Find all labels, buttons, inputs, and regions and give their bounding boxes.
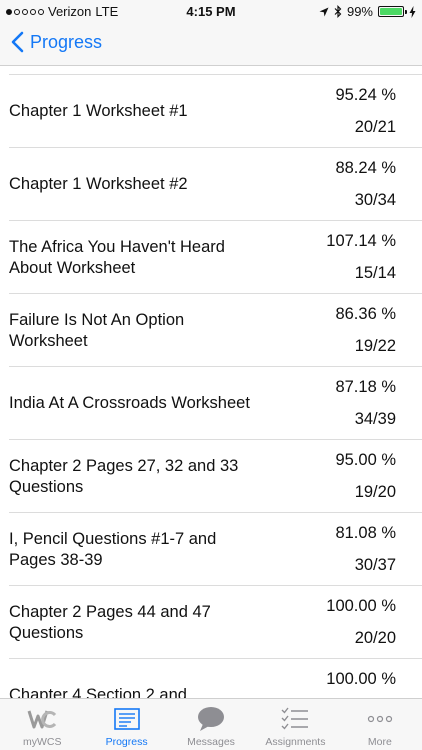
list-item[interactable]: I, Pencil Questions #1-7 and Pages 38-39… bbox=[0, 513, 422, 586]
tab-label: More bbox=[367, 736, 392, 748]
tab-label: myWCS bbox=[22, 736, 62, 748]
tab-label: Progress bbox=[105, 736, 148, 748]
tab-label: Assignments bbox=[265, 736, 326, 748]
assignment-score: 20/20 bbox=[354, 629, 396, 647]
assignment-title: I, Pencil Questions #1-7 and Pages 38-39 bbox=[9, 529, 217, 569]
charging-bolt-icon bbox=[409, 5, 416, 18]
progress-report-icon bbox=[112, 705, 142, 733]
chevron-left-icon bbox=[11, 31, 24, 53]
assignment-list: Chapter 1 Worksheet #1 95.24 % 20/21 Cha… bbox=[0, 66, 422, 698]
assignment-percent: 86.36 % bbox=[335, 305, 396, 323]
tab-bar: myWCS Progress Messages Assignments More bbox=[0, 698, 422, 750]
bluetooth-icon bbox=[334, 5, 342, 18]
assignment-percent: 88.24 % bbox=[335, 159, 396, 177]
battery-percent: 99% bbox=[346, 4, 373, 19]
assignment-percent: 95.24 % bbox=[335, 86, 396, 104]
battery-icon bbox=[378, 6, 407, 17]
assignment-title: India At A Crossroads Worksheet bbox=[9, 394, 250, 412]
list-item[interactable]: Chapter 1 Worksheet #2 88.24 % 30/34 bbox=[0, 148, 422, 221]
assignment-score: 30/34 bbox=[354, 191, 396, 209]
tab-mywcs[interactable]: myWCS bbox=[0, 699, 84, 750]
checklist-icon bbox=[280, 705, 310, 733]
assignment-percent: 100.00 % bbox=[326, 670, 396, 688]
list-item[interactable]: Chapter 2 Pages 27, 32 and 33 Questions … bbox=[0, 440, 422, 513]
list-item[interactable]: Failure Is Not An Option Worksheet 86.36… bbox=[0, 294, 422, 367]
assignment-score: 30/37 bbox=[354, 556, 396, 574]
assignment-score: 15/14 bbox=[354, 264, 396, 282]
list-item[interactable]: The Africa You Haven't Heard About Works… bbox=[0, 221, 422, 294]
assignment-title: Chapter 1 Worksheet #2 bbox=[9, 175, 188, 193]
list-item[interactable]: Chapter 4 Section 2 and 100.00 % bbox=[0, 659, 422, 698]
list-item[interactable]: Chapter 2 Pages 44 and 47 Questions 100.… bbox=[0, 586, 422, 659]
tab-assignments[interactable]: Assignments bbox=[253, 699, 337, 750]
tab-progress[interactable]: Progress bbox=[84, 699, 168, 750]
assignment-title: Failure Is Not An Option Worksheet bbox=[9, 310, 185, 350]
assignment-score: 19/22 bbox=[354, 337, 396, 355]
tab-label: Messages bbox=[187, 736, 235, 748]
assignment-title: Chapter 1 Worksheet #1 bbox=[9, 102, 188, 120]
back-button[interactable]: Progress bbox=[10, 31, 102, 53]
list-item[interactable]: India At A Crossroads Worksheet 87.18 % … bbox=[0, 367, 422, 440]
wcs-logo-icon bbox=[27, 705, 57, 733]
more-dots-icon bbox=[365, 705, 395, 733]
assignment-percent: 81.08 % bbox=[335, 524, 396, 542]
tab-more[interactable]: More bbox=[338, 699, 422, 750]
assignment-title: Chapter 2 Pages 44 and 47 Questions bbox=[9, 602, 211, 642]
assignment-score: 20/21 bbox=[354, 118, 396, 136]
back-button-label: Progress bbox=[30, 31, 103, 52]
status-right: 99% bbox=[319, 4, 416, 19]
assignment-title: Chapter 2 Pages 27, 32 and 33 Questions bbox=[9, 456, 239, 496]
assignment-title: The Africa You Haven't Heard About Works… bbox=[9, 237, 225, 277]
assignment-score: 34/39 bbox=[354, 410, 396, 428]
navigation-bar: Progress bbox=[0, 22, 422, 66]
tab-messages[interactable]: Messages bbox=[169, 699, 253, 750]
assignment-percent: 95.00 % bbox=[335, 451, 396, 469]
assignment-percent: 107.14 % bbox=[326, 232, 396, 250]
list-item[interactable]: Chapter 1 Worksheet #1 95.24 % 20/21 bbox=[0, 75, 422, 148]
assignment-score: 19/20 bbox=[354, 483, 396, 501]
speech-bubble-icon bbox=[196, 705, 226, 733]
assignment-percent: 87.18 % bbox=[335, 378, 396, 396]
location-arrow-icon bbox=[319, 7, 329, 16]
status-bar: Verizon LTE 4:15 PM 99% bbox=[0, 0, 422, 22]
list-item[interactable] bbox=[0, 66, 422, 75]
assignment-percent: 100.00 % bbox=[326, 597, 396, 615]
assignment-title: Chapter 4 Section 2 and bbox=[9, 686, 187, 698]
